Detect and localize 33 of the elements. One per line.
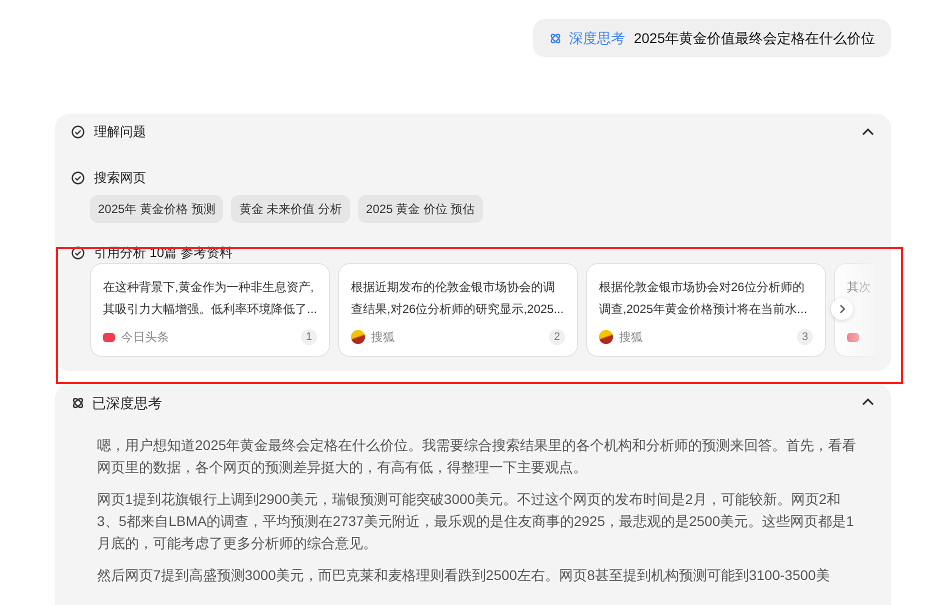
step-label: 搜索网页 xyxy=(94,169,146,188)
keyword-chip[interactable]: 黄金 未来价值 分析 xyxy=(231,195,350,223)
card-snippet: 根据伦敦金银市场协会对26位分析师的调查,2025年黄金价格预计将在当前水... xyxy=(599,279,808,318)
thinking-title: 已深度思考 xyxy=(92,394,162,412)
query-text: 2025年黄金价值最终会定格在什么价位 xyxy=(634,28,875,48)
thinking-paragraph: 嗯，用户想知道2025年黄金最终会定格在什么价位。我需要综合搜索结果里的各个机构和分析师的预测来回答。首先，看看网页里的数据，各个网页的预测差异挺大的，有高有低，得整理一下主要观点。 xyxy=(97,436,858,477)
keyword-chip[interactable]: 2025 黄金 价位 预估 xyxy=(358,195,483,223)
check-circle-icon xyxy=(71,171,85,185)
source-name: 搜狐 xyxy=(619,329,643,346)
reference-card[interactable]: 根据近期发布的伦敦金银市场协会的调查结果,对26位分析师的研究显示,2025... 搜狐 2 xyxy=(338,263,578,357)
source-logo-icon xyxy=(599,330,613,344)
card-snippet: 其次 xyxy=(847,279,872,296)
check-circle-icon xyxy=(71,125,85,139)
source-name: 搜狐 xyxy=(371,329,395,346)
card-snippet: 根据近期发布的伦敦金银市场协会的调查结果,对26位分析师的研究显示,2025... xyxy=(351,279,565,318)
citation-number: 3 xyxy=(797,329,813,345)
atom-icon xyxy=(71,396,85,410)
card-snippet: 在这种背景下,黄金作为一种非生息资产,其吸引力大幅增强。低利率环境降低了... xyxy=(103,279,317,318)
source-logo-icon xyxy=(351,330,365,344)
step-label: 理解问题 xyxy=(94,123,146,142)
source-logo-icon xyxy=(103,332,115,342)
thinking-paragraph: 网页1提到花旗银行上调到2900美元，瑞银预测可能突破3000美元。不过这个网页的发布时间是2月，可能较新。网页2和3、5都来自LBMA的调查，平均预测在2737美元附近，最乐观的是住友商事的2925，最悲观的是2500美元。这些网页都是1月底的，可能考虑了更多分析师的综合意见。 xyxy=(97,490,855,553)
citation-number: 1 xyxy=(301,329,317,345)
atom-icon xyxy=(548,32,562,44)
reference-card[interactable]: 在这种背景下,黄金作为一种非生息资产,其吸引力大幅增强。低利率环境降低了... 今日头条 1 xyxy=(90,263,330,357)
reference-card[interactable]: 根据伦敦金银市场协会对26位分析师的调查,2025年黄金价格预计将在当前水... 搜狐 3 xyxy=(586,263,826,357)
citation-number: 2 xyxy=(549,329,565,345)
source-logo-icon xyxy=(847,332,859,342)
mode-label: 深度思考 xyxy=(568,28,625,48)
source-name: 今日头条 xyxy=(121,329,169,346)
thinking-paragraph: 然后网页7提到高盛预测3000美元，而巴克莱和麦格理则看跌到2500左右。网页8甚至提到机构预测可能到3100-3500美 xyxy=(97,566,831,585)
keyword-chip[interactable]: 2025年 黄金价格 预测 xyxy=(90,195,224,223)
check-circle-icon xyxy=(71,246,85,260)
